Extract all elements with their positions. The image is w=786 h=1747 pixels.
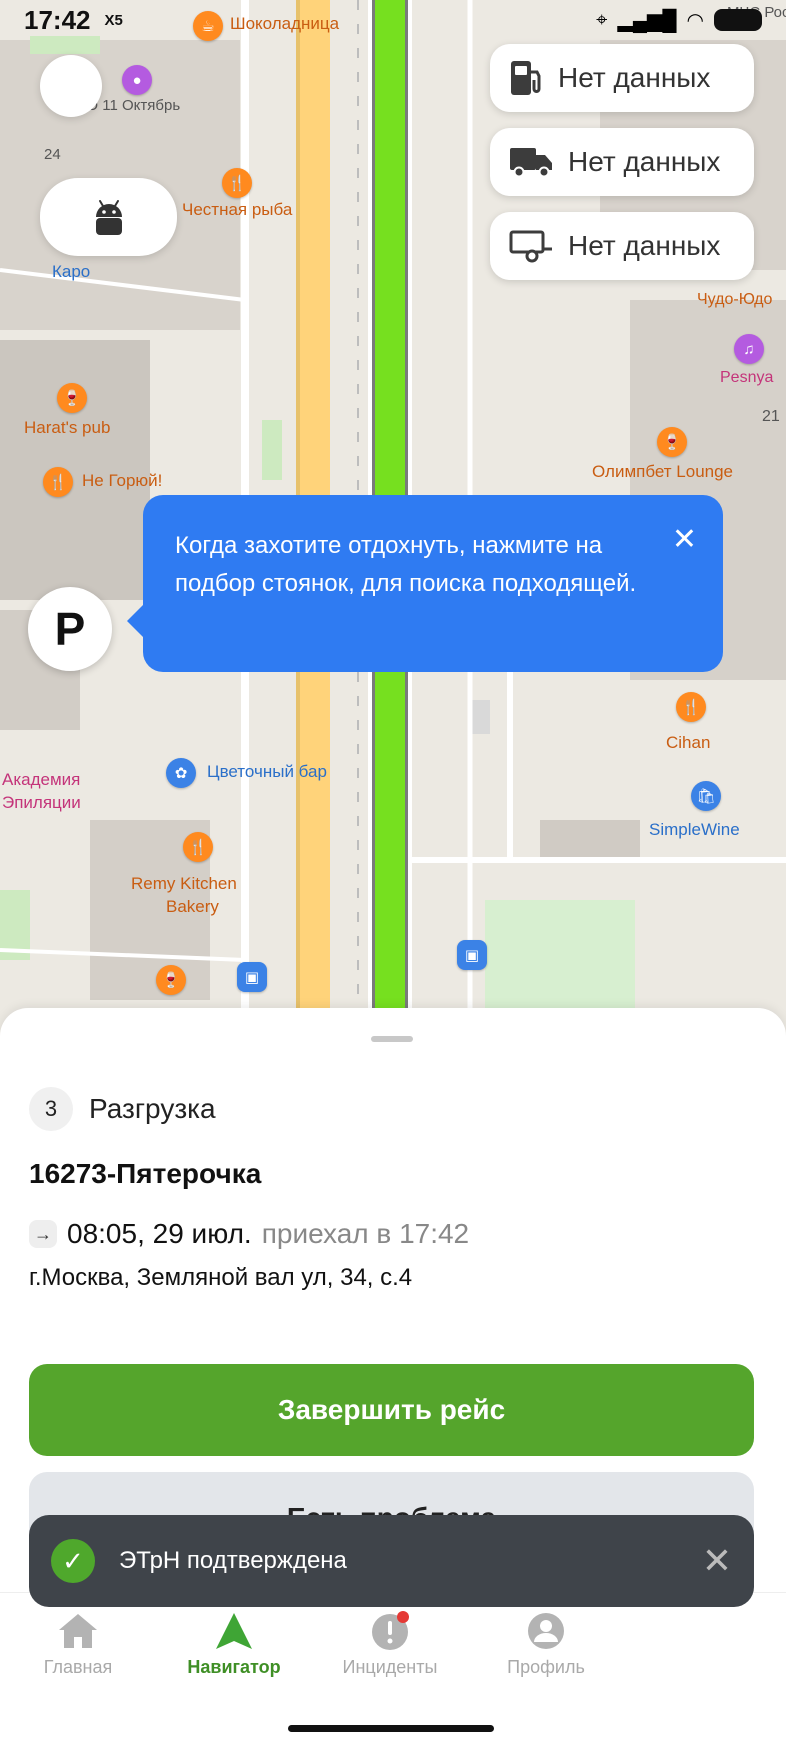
parking-icon: P <box>54 603 86 655</box>
house-number: 21 <box>762 408 780 425</box>
bar-icon[interactable]: 🍷 <box>57 383 87 413</box>
battery-icon <box>714 9 762 31</box>
carrier-label: X5 <box>104 11 123 29</box>
status-bar: 17:42 X5 ⌖ ▂▄▆█ ◠ <box>0 0 786 40</box>
bar-icon[interactable]: 🍷 <box>657 427 687 457</box>
step-row: 3 Разгрузка <box>29 1087 216 1131</box>
trailer-chip[interactable]: Нет данных <box>490 212 754 280</box>
toast-notification: ✓ ЭТрН подтверждена ✕ <box>29 1515 754 1607</box>
poi-pesnya: Pesnya <box>720 369 774 386</box>
truck-chip[interactable]: Нет данных <box>490 128 754 196</box>
poi-akademiya: Академия <box>2 770 81 789</box>
restaurant-icon[interactable]: 🍴 <box>676 692 706 722</box>
status-time: 17:42 <box>24 4 91 35</box>
poi-karo: Каро <box>52 262 91 281</box>
restaurant-icon[interactable]: 🍴 <box>222 168 252 198</box>
bar-icon[interactable]: 🍷 <box>156 965 186 995</box>
android-button[interactable] <box>40 178 177 256</box>
arrow-right-icon: → <box>29 1220 57 1248</box>
cinema-icon[interactable]: ● <box>122 65 152 95</box>
poi-remy-bakery: Bakery <box>166 897 219 916</box>
incidents-icon <box>372 1611 409 1650</box>
poi-simplewine: SimpleWine <box>649 820 740 839</box>
step-number-badge: 3 <box>29 1087 73 1131</box>
wifi-icon: ◠ <box>686 9 704 32</box>
house-number: 24 <box>44 146 61 163</box>
nav-incidents-label: Инциденты <box>342 1657 438 1677</box>
nav-profile[interactable]: Профиль <box>468 1611 624 1678</box>
nav-profile-label: Профиль <box>507 1657 585 1677</box>
poi-tsvetochny-bar: Цветочный бар <box>207 762 327 781</box>
fuel-icon <box>511 61 541 95</box>
nav-incidents[interactable]: Инциденты <box>312 1611 468 1678</box>
delivery-address: г.Москва, Земляной вал ул, 34, с.4 <box>29 1264 413 1291</box>
parking-button[interactable]: P <box>28 587 112 671</box>
tooltip-text: Когда захотите отдохнуть, нажмите на под… <box>175 532 637 597</box>
trailer-value: Нет данных <box>568 230 721 261</box>
truck-icon <box>510 148 552 178</box>
navigator-arrow-icon <box>216 1613 252 1649</box>
poi-chestnaya-ryba: Честная рыба <box>182 200 293 219</box>
arrival-time: приехал в 17:42 <box>261 1218 470 1249</box>
restaurant-icon[interactable]: 🍴 <box>183 832 213 862</box>
shop-icon[interactable]: 🛍 <box>691 781 721 811</box>
poi-remy-kitchen: Remy Kitchen <box>131 874 237 893</box>
toast-text: ЭТрН подтверждена <box>119 1547 347 1574</box>
store-name: 16273-Пятерочка <box>29 1158 262 1189</box>
poi-akademiya-line2: Эпиляции <box>2 793 81 812</box>
home-icon <box>59 1614 97 1648</box>
check-icon: ✓ <box>51 1539 95 1583</box>
map-control-button[interactable] <box>40 55 102 117</box>
profile-icon <box>528 1613 564 1649</box>
fuel-value: Нет данных <box>558 62 711 93</box>
music-icon[interactable]: ♫ <box>734 334 764 364</box>
poi-harats: Harat's pub <box>24 418 111 437</box>
poi-chudo-yudo: Чудо-Юдо <box>697 291 773 308</box>
bus-stop-icon[interactable]: ▣ <box>237 962 267 992</box>
poi-cihan: Cihan <box>666 733 711 752</box>
nav-navigator-label: Навигатор <box>187 1657 281 1677</box>
nav-home[interactable]: Главная <box>0 1611 156 1678</box>
bus-stop-icon[interactable]: ▣ <box>457 940 487 970</box>
trailer-icon <box>509 230 552 263</box>
nav-home-label: Главная <box>43 1657 113 1677</box>
truck-value: Нет данных <box>568 146 721 177</box>
poi-ne-goryuy: Не Горюй! <box>82 471 163 490</box>
home-indicator[interactable] <box>288 1725 494 1732</box>
fuel-chip[interactable]: Нет данных <box>490 44 754 112</box>
close-icon[interactable]: ✕ <box>702 1540 732 1582</box>
scheduled-time: 08:05, 29 июл. <box>67 1218 252 1249</box>
sheet-drag-handle[interactable] <box>371 1036 413 1042</box>
signal-icon: ▂▄▆█ <box>617 9 677 32</box>
poi-olimpbet: Олимпбет Lounge <box>592 462 734 481</box>
bottom-navigation: Главная Навигатор Инциденты Профиль <box>0 1592 786 1747</box>
step-label: Разгрузка <box>89 1093 216 1124</box>
finish-trip-button[interactable]: Завершить рейс <box>29 1364 754 1456</box>
nav-navigator[interactable]: Навигатор <box>156 1611 312 1678</box>
restaurant-icon[interactable]: 🍴 <box>43 467 73 497</box>
close-icon[interactable]: ✕ <box>672 525 697 555</box>
parking-tooltip: Когда захотите отдохнуть, нажмите на под… <box>127 495 723 672</box>
arrival-row: → 08:05, 29 июл. приехал в 17:42 <box>29 1218 469 1250</box>
location-icon: ⌖ <box>596 8 608 31</box>
flower-icon[interactable]: ✿ <box>166 758 196 788</box>
android-icon <box>95 200 122 235</box>
